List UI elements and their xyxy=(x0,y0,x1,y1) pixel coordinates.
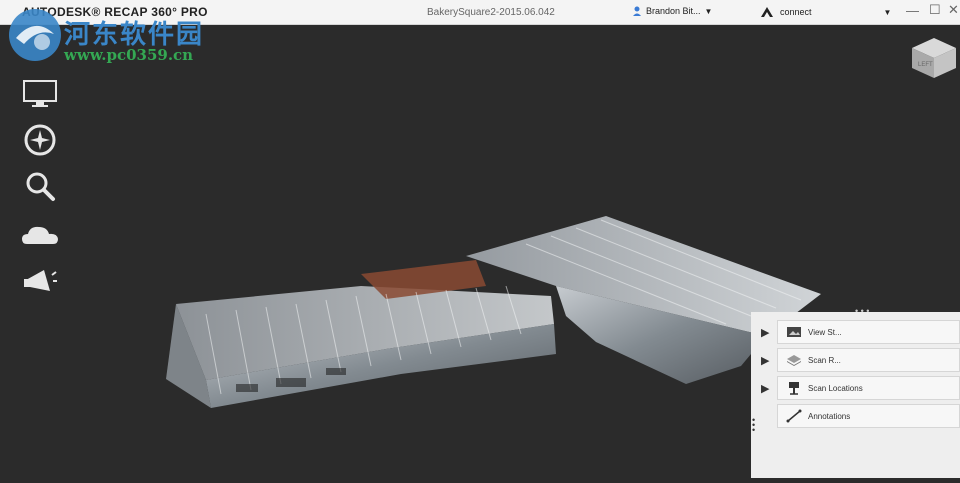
left-toolbar xyxy=(0,24,80,324)
image-icon xyxy=(787,327,801,337)
navigation-button[interactable] xyxy=(20,123,60,157)
layers-icon xyxy=(787,355,801,366)
panel-item-label: Scan Locations xyxy=(808,383,863,393)
document-name: BakerySquare2-2015.06.042 xyxy=(427,7,555,18)
scan-regions-row[interactable]: ▶ Scan R... xyxy=(761,348,960,372)
panel-item-label: Scan R... xyxy=(808,355,841,365)
cloud-button[interactable] xyxy=(20,218,60,252)
annotations-button[interactable]: Annotations xyxy=(777,404,960,428)
user-menu[interactable]: Brandon Bit... ▼ xyxy=(632,6,712,16)
megaphone-icon xyxy=(24,270,57,291)
cloud-icon xyxy=(22,226,58,244)
user-icon xyxy=(633,6,641,16)
view-cube-icon: LEFT xyxy=(912,38,956,78)
project-panel: ▶ View St... ▶ Scan R... ▶ Scan Location… xyxy=(751,312,960,478)
watermark-url: www.pc0359.cn xyxy=(64,46,194,64)
panel-resize-handle[interactable]: • • • xyxy=(855,306,869,316)
annotations-row[interactable]: Annotations xyxy=(761,404,960,428)
search-button[interactable] xyxy=(20,170,60,204)
autodesk-logo-icon xyxy=(761,7,773,17)
search-icon xyxy=(26,172,55,201)
announcements-button[interactable] xyxy=(20,264,60,298)
chevron-down-icon: ▼ xyxy=(704,6,713,16)
connect-label: connect xyxy=(780,7,812,17)
play-icon[interactable]: ▶ xyxy=(761,326,775,339)
view-states-row[interactable]: ▶ View St... xyxy=(761,320,960,344)
display-icon xyxy=(23,80,57,107)
scan-locations-row[interactable]: ▶ Scan Locations xyxy=(761,376,960,400)
scan-regions-button[interactable]: Scan R... xyxy=(777,348,960,372)
compass-icon xyxy=(24,124,56,156)
panel-item-label: Annotations xyxy=(808,411,851,421)
view-cube-label: LEFT xyxy=(918,62,933,68)
display-settings-button[interactable] xyxy=(20,76,60,110)
measure-icon xyxy=(786,409,802,423)
close-button[interactable]: ✕ xyxy=(948,2,959,18)
play-icon[interactable]: ▶ xyxy=(761,382,775,395)
play-icon[interactable]: ▶ xyxy=(761,354,775,367)
view-cube[interactable]: LEFT xyxy=(908,36,960,85)
minimize-button[interactable]: — xyxy=(906,3,919,18)
scan-locations-button[interactable]: Scan Locations xyxy=(777,376,960,400)
user-name: Brandon Bit... xyxy=(646,6,701,16)
panel-item-label: View St... xyxy=(808,327,842,337)
chevron-down-icon: ▼ xyxy=(883,7,892,17)
maximize-button[interactable]: ☐ xyxy=(929,2,941,18)
view-states-button[interactable]: View St... xyxy=(777,320,960,344)
panel-drag-handle[interactable]: • • • xyxy=(752,416,755,435)
scanner-icon xyxy=(789,382,799,395)
connect-menu[interactable]: connect ▼ xyxy=(760,6,891,18)
